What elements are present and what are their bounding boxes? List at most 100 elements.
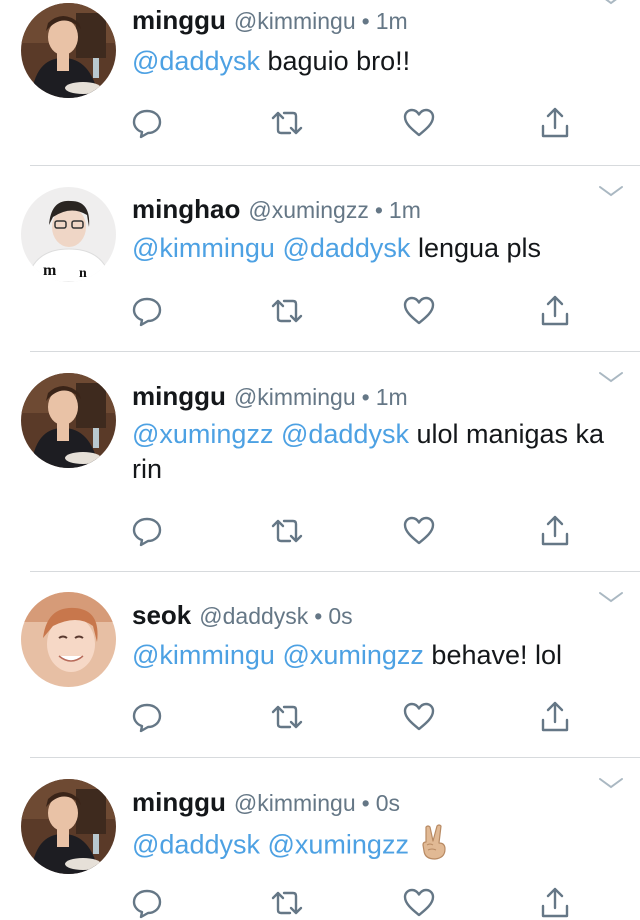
separator: • bbox=[361, 8, 370, 34]
separator: • bbox=[314, 603, 323, 629]
action-bar bbox=[130, 106, 580, 140]
handle[interactable]: @kimmingu bbox=[234, 790, 356, 816]
chevron-down-icon[interactable] bbox=[598, 184, 624, 198]
share-icon bbox=[541, 701, 569, 732]
reply-icon bbox=[132, 109, 162, 139]
share-icon bbox=[541, 107, 569, 138]
retweet-button[interactable] bbox=[270, 106, 304, 140]
like-icon bbox=[403, 888, 435, 917]
action-bar bbox=[130, 514, 580, 548]
retweet-icon bbox=[271, 299, 303, 323]
tweet-text: @kimmingu @daddysk lengua pls bbox=[132, 231, 622, 266]
separator: • bbox=[361, 384, 370, 410]
mention-link[interactable]: @daddysk bbox=[281, 419, 409, 449]
share-button[interactable] bbox=[538, 700, 572, 734]
reply-icon bbox=[132, 703, 162, 733]
share-icon bbox=[541, 295, 569, 326]
share-icon bbox=[541, 887, 569, 918]
chevron-down-icon[interactable] bbox=[598, 590, 624, 604]
display-name[interactable]: minggu bbox=[132, 787, 226, 817]
handle[interactable]: @kimmingu bbox=[234, 384, 356, 410]
mention-link[interactable]: @xumingzz bbox=[268, 830, 409, 860]
like-button[interactable] bbox=[402, 514, 436, 548]
tweet-text: @kimmingu @xumingzz behave! lol bbox=[132, 638, 622, 673]
retweet-icon bbox=[271, 705, 303, 729]
chevron-down-icon[interactable] bbox=[598, 0, 624, 6]
reply-button[interactable] bbox=[130, 294, 164, 328]
mention-link[interactable]: @xumingzz bbox=[282, 640, 423, 670]
avatar[interactable]: m n bbox=[21, 187, 116, 282]
retweet-button[interactable] bbox=[270, 886, 304, 920]
chevron-down-icon[interactable] bbox=[598, 370, 624, 384]
timestamp[interactable]: 0s bbox=[328, 603, 352, 629]
tweet-body: baguio bro!! bbox=[267, 46, 411, 76]
tweet-body: behave! lol bbox=[431, 640, 563, 670]
share-button[interactable] bbox=[538, 106, 572, 140]
handle[interactable]: @kimmingu bbox=[234, 8, 356, 34]
share-button[interactable] bbox=[538, 294, 572, 328]
display-name[interactable]: minghao bbox=[132, 194, 240, 224]
timestamp[interactable]: 1m bbox=[376, 384, 408, 410]
reply-button[interactable] bbox=[130, 886, 164, 920]
like-button[interactable] bbox=[402, 106, 436, 140]
separator: • bbox=[361, 790, 370, 816]
mention-link[interactable]: @daddysk bbox=[282, 233, 410, 263]
tweet-header: minghao @xumingzz • 1m bbox=[132, 194, 421, 229]
handle[interactable]: @daddysk bbox=[199, 603, 308, 629]
mention-link[interactable]: @daddysk bbox=[132, 830, 260, 860]
timestamp[interactable]: 1m bbox=[376, 8, 408, 34]
svg-text:n: n bbox=[79, 266, 87, 281]
like-icon bbox=[403, 702, 435, 731]
display-name[interactable]: seok bbox=[132, 600, 191, 630]
reply-icon bbox=[132, 889, 162, 919]
tweet[interactable]: minggu @kimmingu • 1m @xumingzz @daddysk ul… bbox=[0, 352, 640, 572]
tweet-header: minggu @kimmingu • 0s bbox=[132, 787, 400, 822]
retweet-icon bbox=[271, 891, 303, 915]
tweet[interactable]: minggu @kimmingu • 0s @daddysk @xumingzz bbox=[0, 758, 640, 920]
avatar[interactable] bbox=[21, 592, 116, 687]
retweet-button[interactable] bbox=[270, 294, 304, 328]
tweet-body: lengua pls bbox=[417, 233, 542, 263]
action-bar bbox=[130, 886, 580, 920]
reply-button[interactable] bbox=[130, 106, 164, 140]
display-name[interactable]: minggu bbox=[132, 381, 226, 411]
share-button[interactable] bbox=[538, 514, 572, 548]
retweet-icon bbox=[271, 519, 303, 543]
like-button[interactable] bbox=[402, 700, 436, 734]
mention-link[interactable]: @kimmingu bbox=[132, 640, 275, 670]
separator: • bbox=[374, 197, 383, 223]
mention-link[interactable]: @kimmingu bbox=[132, 233, 275, 263]
retweet-button[interactable] bbox=[270, 700, 304, 734]
retweet-button[interactable] bbox=[270, 514, 304, 548]
like-icon bbox=[403, 108, 435, 137]
retweet-icon bbox=[271, 111, 303, 135]
tweet-text: @daddysk @xumingzz bbox=[132, 823, 622, 870]
like-icon bbox=[403, 516, 435, 545]
tweet-text: @xumingzz @daddysk ulol manigas ka rin bbox=[132, 417, 622, 487]
tweet[interactable]: m n minghao @xumingzz • 1m @kimmingu @daddy… bbox=[0, 166, 640, 352]
share-button[interactable] bbox=[538, 886, 572, 920]
avatar[interactable] bbox=[21, 373, 116, 468]
like-button[interactable] bbox=[402, 886, 436, 920]
mention-link[interactable]: @daddysk bbox=[132, 46, 260, 76]
tweet[interactable]: minggu @kimmingu • 1m @daddysk baguio bro!! bbox=[0, 0, 640, 166]
mention-link[interactable]: @xumingzz bbox=[132, 419, 273, 449]
reply-button[interactable] bbox=[130, 700, 164, 734]
tweet-header: seok @daddysk • 0s bbox=[132, 600, 353, 635]
tweet-text: @daddysk baguio bro!! bbox=[132, 44, 622, 79]
display-name[interactable]: minggu bbox=[132, 5, 226, 35]
chevron-down-icon[interactable] bbox=[598, 776, 624, 790]
timestamp[interactable]: 0s bbox=[376, 790, 400, 816]
tweet[interactable]: seok @daddysk • 0s @kimmingu @xumingzz beha… bbox=[0, 572, 640, 758]
share-icon bbox=[541, 515, 569, 546]
like-icon bbox=[403, 296, 435, 325]
handle[interactable]: @xumingzz bbox=[248, 197, 369, 223]
timestamp[interactable]: 1m bbox=[389, 197, 421, 223]
like-button[interactable] bbox=[402, 294, 436, 328]
reply-button[interactable] bbox=[130, 514, 164, 548]
victory-hand-emoji bbox=[417, 823, 451, 870]
svg-text:m: m bbox=[43, 262, 57, 279]
avatar[interactable] bbox=[21, 3, 116, 98]
tweet-header: minggu @kimmingu • 1m bbox=[132, 381, 408, 416]
avatar[interactable] bbox=[21, 779, 116, 874]
